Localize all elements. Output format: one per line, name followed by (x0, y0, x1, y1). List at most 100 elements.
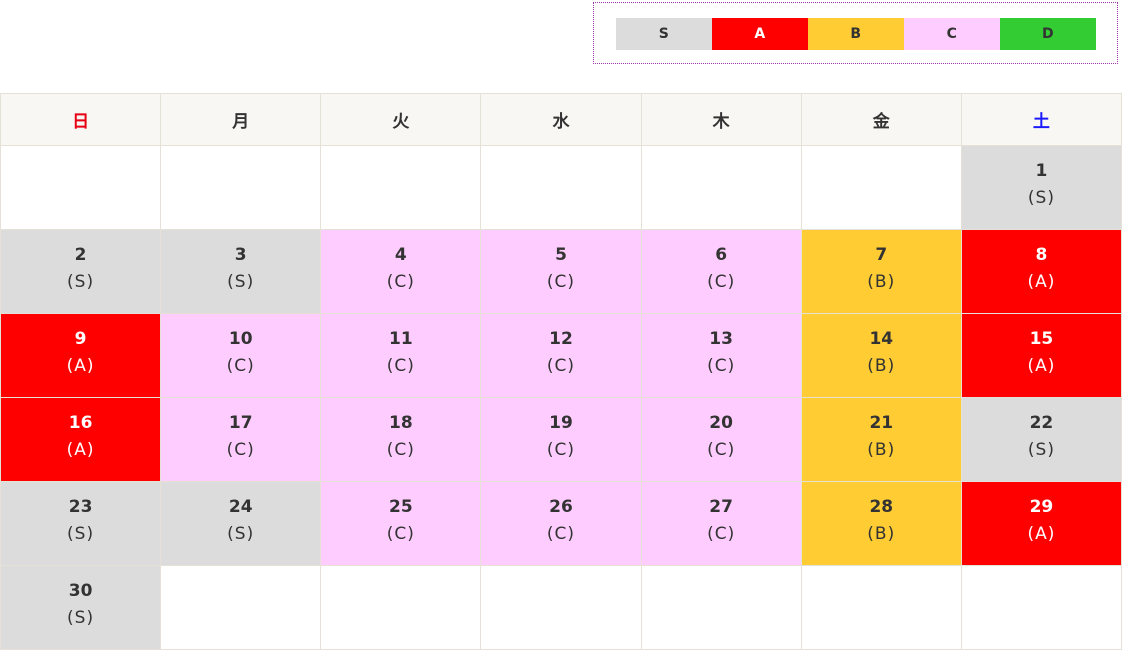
day-rank-label: (C) (546, 356, 576, 376)
calendar-day-cell[interactable]: 20 (C) (640, 397, 802, 482)
day-number: 25 (389, 497, 413, 517)
day-rank-label: (A) (1027, 356, 1056, 376)
calendar-day-cell[interactable]: 19 (C) (480, 397, 642, 482)
day-number: 6 (715, 245, 728, 265)
calendar-day-cell[interactable]: 25 (C) (320, 481, 482, 566)
calendar-day-cell[interactable]: 30 (S) (0, 565, 162, 650)
day-rank-label: (C) (226, 356, 255, 376)
calendar-empty-cell (480, 565, 642, 650)
day-number: 2 (74, 245, 87, 265)
calendar-empty-cell (320, 145, 482, 230)
calendar-day-cell[interactable]: 22 (S) (960, 397, 1122, 482)
calendar-day-cell[interactable]: 27 (C) (640, 481, 802, 566)
calendar-empty-cell (960, 565, 1122, 650)
calendar-day-cell[interactable]: 21 (B) (800, 397, 962, 482)
day-rank-label: (B) (867, 356, 896, 376)
day-number: 11 (389, 329, 413, 349)
calendar-day-cell[interactable]: 3 (S) (160, 229, 322, 314)
day-number: 26 (549, 497, 573, 517)
day-rank-label: (A) (66, 356, 95, 376)
day-rank-label: (C) (707, 356, 736, 376)
calendar-day-cell[interactable]: 2 (S) (0, 229, 162, 314)
calendar-day-cell[interactable]: 1 (S) (960, 145, 1122, 230)
day-number: 12 (549, 329, 573, 349)
day-number: 17 (228, 413, 253, 433)
legend-item-s: S (616, 18, 712, 50)
calendar-day-cell[interactable]: 6 (C) (640, 229, 802, 314)
day-number: 15 (1029, 329, 1054, 349)
calendar-page: SABCD 日月火水木金土 1 (S) 2 (S) 3 (S) 4 (C) 5 (C) 6 (C) 7 (… (0, 0, 1122, 655)
calendar-day-cell[interactable]: 4 (C) (320, 229, 482, 314)
day-number: 10 (228, 329, 253, 349)
day-rank-label: (S) (67, 272, 95, 292)
day-number: 8 (1035, 245, 1048, 265)
weekday-header: 火 (320, 93, 482, 146)
day-rank-label: (B) (867, 272, 896, 292)
weekday-header: 月 (160, 93, 322, 146)
day-rank-label: (C) (226, 440, 255, 460)
calendar-day-cell[interactable]: 29 (A) (960, 481, 1122, 566)
legend-item-b: B (808, 18, 904, 50)
calendar-day-cell[interactable]: 14 (B) (800, 313, 962, 398)
calendar-day-cell[interactable]: 23 (S) (0, 481, 162, 566)
legend-item-d: D (1000, 18, 1096, 50)
calendar-week-row: 30 (S) (0, 565, 1122, 650)
day-rank-label: (C) (386, 356, 415, 376)
day-rank-label: (S) (67, 524, 95, 544)
day-rank-label: (B) (867, 440, 896, 460)
calendar-day-cell[interactable]: 7 (B) (800, 229, 962, 314)
legend-item-c: C (904, 18, 1000, 50)
calendar-body: 1 (S) 2 (S) 3 (S) 4 (C) 5 (C) 6 (C) 7 (B) 8 (A) 9 (A) 10 (C… (0, 145, 1122, 650)
day-number: 30 (68, 581, 93, 601)
day-rank-label: (A) (1027, 272, 1056, 292)
day-rank-label: (S) (67, 608, 95, 628)
day-number: 1 (1035, 161, 1048, 181)
day-rank-label: (C) (707, 524, 736, 544)
day-rank-label: (A) (66, 440, 95, 460)
day-rank-label: (B) (867, 524, 896, 544)
day-number: 19 (549, 413, 573, 433)
calendar-day-cell[interactable]: 11 (C) (320, 313, 482, 398)
weekday-header: 金 (800, 93, 962, 146)
day-rank-label: (S) (1027, 188, 1055, 208)
day-rank-label: (C) (546, 440, 576, 460)
day-number: 29 (1029, 497, 1054, 517)
day-rank-label: (C) (707, 440, 736, 460)
day-number: 16 (68, 413, 93, 433)
day-rank-label: (A) (1027, 524, 1056, 544)
day-rank-label: (C) (546, 524, 576, 544)
weekday-header: 木 (640, 93, 802, 146)
calendar-empty-cell (0, 145, 162, 230)
calendar-week-row: 9 (A) 10 (C) 11 (C) 12 (C) 13 (C) 14 (B) 15 (A) (0, 313, 1122, 398)
legend-item-a: A (712, 18, 808, 50)
calendar-day-cell[interactable]: 18 (C) (320, 397, 482, 482)
calendar-empty-cell (800, 565, 962, 650)
calendar-empty-cell (640, 565, 802, 650)
day-number: 4 (394, 245, 407, 265)
day-rank-label: (S) (1027, 440, 1055, 460)
day-rank-label: (S) (227, 272, 255, 292)
calendar-day-cell[interactable]: 24 (S) (160, 481, 322, 566)
day-number: 21 (869, 413, 894, 433)
calendar-day-cell[interactable]: 8 (A) (960, 229, 1122, 314)
calendar-week-row: 1 (S) (0, 145, 1122, 230)
calendar-day-cell[interactable]: 13 (C) (640, 313, 802, 398)
calendar-empty-cell (640, 145, 802, 230)
calendar-day-cell[interactable]: 5 (C) (480, 229, 642, 314)
day-number: 28 (869, 497, 894, 517)
day-number: 24 (228, 497, 253, 517)
calendar-day-cell[interactable]: 15 (A) (960, 313, 1122, 398)
calendar-day-cell[interactable]: 26 (C) (480, 481, 642, 566)
calendar-day-cell[interactable]: 28 (B) (800, 481, 962, 566)
day-number: 3 (234, 245, 247, 265)
calendar-day-cell[interactable]: 12 (C) (480, 313, 642, 398)
calendar-day-cell[interactable]: 16 (A) (0, 397, 162, 482)
day-rank-label: (C) (386, 440, 415, 460)
calendar-day-cell[interactable]: 10 (C) (160, 313, 322, 398)
calendar-day-cell[interactable]: 17 (C) (160, 397, 322, 482)
day-number: 18 (389, 413, 413, 433)
day-number: 7 (875, 245, 888, 265)
day-rank-label: (C) (386, 272, 415, 292)
calendar-day-cell[interactable]: 9 (A) (0, 313, 162, 398)
day-rank-label: (C) (386, 524, 415, 544)
